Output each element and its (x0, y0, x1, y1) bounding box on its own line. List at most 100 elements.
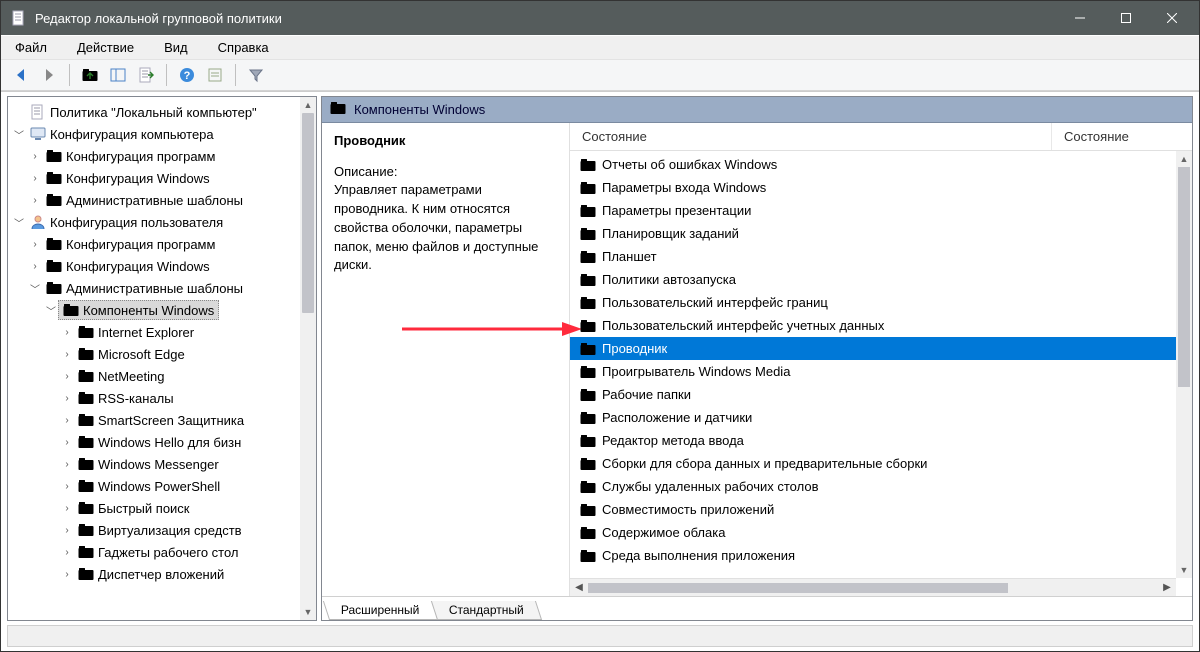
maximize-button[interactable] (1103, 1, 1149, 35)
tree-child[interactable]: › RSS-каналы (8, 387, 300, 409)
node-icon (46, 258, 62, 274)
expander-icon[interactable]: › (60, 459, 74, 470)
tree-cc-soft[interactable]: › Конфигурация программ (8, 145, 300, 167)
scroll-thumb[interactable] (1178, 167, 1190, 387)
expander-icon[interactable]: › (28, 261, 42, 272)
close-button[interactable] (1149, 1, 1195, 35)
tree-child[interactable]: › NetMeeting (8, 365, 300, 387)
expander-icon[interactable]: ﹀ (44, 303, 58, 318)
scroll-track[interactable] (1176, 167, 1192, 562)
list-vertical-scrollbar[interactable]: ▲ ▼ (1176, 151, 1192, 578)
expander-icon[interactable]: › (60, 547, 74, 558)
up-folder-button[interactable] (78, 63, 102, 87)
tree-child[interactable]: › Windows PowerShell (8, 475, 300, 497)
column-state-2[interactable]: Состояние (1052, 123, 1192, 150)
list-item[interactable]: Отчеты об ошибках Windows (570, 153, 1192, 176)
expander-icon[interactable]: › (60, 415, 74, 426)
list-item[interactable]: Рабочие папки (570, 383, 1192, 406)
column-state[interactable]: Состояние (570, 123, 1052, 150)
tree-child[interactable]: › Internet Explorer (8, 321, 300, 343)
back-button[interactable] (9, 63, 33, 87)
menu-view[interactable]: Вид (158, 38, 194, 57)
expander-icon[interactable]: › (60, 437, 74, 448)
list-body[interactable]: Отчеты об ошибках Windows Параметры вход… (570, 151, 1192, 596)
list-item[interactable]: Расположение и датчики (570, 406, 1192, 429)
list-item[interactable]: Среда выполнения приложения (570, 544, 1192, 567)
tab-standard[interactable]: Стандартный (430, 601, 541, 620)
tree-pane: Политика "Локальный компьютер" ﹀ Конфигу… (7, 96, 317, 621)
scroll-up-button[interactable]: ▲ (1176, 151, 1192, 167)
list-item[interactable]: Планшет (570, 245, 1192, 268)
tree-cc-win[interactable]: › Конфигурация Windows (8, 167, 300, 189)
scroll-thumb[interactable] (302, 113, 314, 313)
list-item[interactable]: Проигрыватель Windows Media (570, 360, 1192, 383)
list-item[interactable]: Пользовательский интерфейс учетных данны… (570, 314, 1192, 337)
expander-icon[interactable]: › (60, 525, 74, 536)
minimize-button[interactable] (1057, 1, 1103, 35)
expander-icon[interactable]: › (60, 569, 74, 580)
node-icon (78, 456, 94, 472)
tree-user-config[interactable]: ﹀ Конфигурация пользователя (8, 211, 300, 233)
tree-computer-config[interactable]: ﹀ Конфигурация компьютера (8, 123, 300, 145)
expander-icon[interactable]: › (28, 173, 42, 184)
tree-uc-admin[interactable]: ﹀ Административные шаблоны (8, 277, 300, 299)
tab-extended[interactable]: Расширенный (323, 601, 438, 620)
expander-icon[interactable]: ﹀ (12, 215, 26, 230)
tree-cc-admin[interactable]: › Административные шаблоны (8, 189, 300, 211)
filter-button[interactable] (244, 63, 268, 87)
scroll-up-button[interactable]: ▲ (300, 97, 316, 113)
scroll-down-button[interactable]: ▼ (1176, 562, 1192, 578)
tree-scroll-area[interactable]: Политика "Локальный компьютер" ﹀ Конфигу… (8, 97, 300, 620)
tree-child[interactable]: › Быстрый поиск (8, 497, 300, 519)
export-button[interactable] (134, 63, 158, 87)
list-item[interactable]: Проводник (570, 337, 1192, 360)
expander-icon[interactable]: › (28, 195, 42, 206)
list-item[interactable]: Совместимость приложений (570, 498, 1192, 521)
list-item[interactable]: Параметры входа Windows (570, 176, 1192, 199)
menu-action[interactable]: Действие (71, 38, 140, 57)
list-item[interactable]: Редактор метода ввода (570, 429, 1192, 452)
list-item[interactable]: Планировщик заданий (570, 222, 1192, 245)
tree-win-components[interactable]: ﹀ Компоненты Windows (8, 299, 300, 321)
expander-icon[interactable]: ﹀ (28, 281, 42, 296)
expander-icon[interactable]: › (60, 481, 74, 492)
scroll-thumb[interactable] (588, 583, 1008, 593)
tree-child[interactable]: › Microsoft Edge (8, 343, 300, 365)
list-horizontal-scrollbar[interactable]: ◀ ▶ (570, 578, 1176, 596)
expander-icon[interactable]: › (60, 393, 74, 404)
show-hide-tree-button[interactable] (106, 63, 130, 87)
expander-icon[interactable]: › (60, 327, 74, 338)
scroll-right-button[interactable]: ▶ (1158, 579, 1176, 597)
tree-child[interactable]: › SmartScreen Защитника (8, 409, 300, 431)
scroll-left-button[interactable]: ◀ (570, 579, 588, 597)
scroll-down-button[interactable]: ▼ (300, 604, 316, 620)
expander-icon[interactable]: › (28, 239, 42, 250)
tree-child[interactable]: › Windows Hello для бизн (8, 431, 300, 453)
scroll-track[interactable] (300, 113, 316, 604)
expander-icon[interactable]: › (60, 371, 74, 382)
expander-icon[interactable]: ﹀ (12, 127, 26, 142)
tree-child[interactable]: › Windows Messenger (8, 453, 300, 475)
list-item[interactable]: Службы удаленных рабочих столов (570, 475, 1192, 498)
tree-child[interactable]: › Диспетчер вложений (8, 563, 300, 585)
properties-button[interactable] (203, 63, 227, 87)
expander-icon[interactable]: › (28, 151, 42, 162)
forward-button[interactable] (37, 63, 61, 87)
list-item[interactable]: Сборки для сбора данных и предварительны… (570, 452, 1192, 475)
tree-uc-win[interactable]: › Конфигурация Windows (8, 255, 300, 277)
list-item[interactable]: Политики автозапуска (570, 268, 1192, 291)
tree-vertical-scrollbar[interactable]: ▲ ▼ (300, 97, 316, 620)
list-item[interactable]: Содержимое облака (570, 521, 1192, 544)
list-item[interactable]: Параметры презентации (570, 199, 1192, 222)
scroll-track[interactable] (588, 582, 1158, 594)
expander-icon[interactable]: › (60, 349, 74, 360)
list-item[interactable]: Пользовательский интерфейс границ (570, 291, 1192, 314)
tree-child[interactable]: › Виртуализация средств (8, 519, 300, 541)
menu-help[interactable]: Справка (212, 38, 275, 57)
tree-child[interactable]: › Гаджеты рабочего стол (8, 541, 300, 563)
tree-root[interactable]: Политика "Локальный компьютер" (8, 101, 300, 123)
help-button[interactable]: ? (175, 63, 199, 87)
tree-uc-soft[interactable]: › Конфигурация программ (8, 233, 300, 255)
menu-file[interactable]: Файл (9, 38, 53, 57)
expander-icon[interactable]: › (60, 503, 74, 514)
